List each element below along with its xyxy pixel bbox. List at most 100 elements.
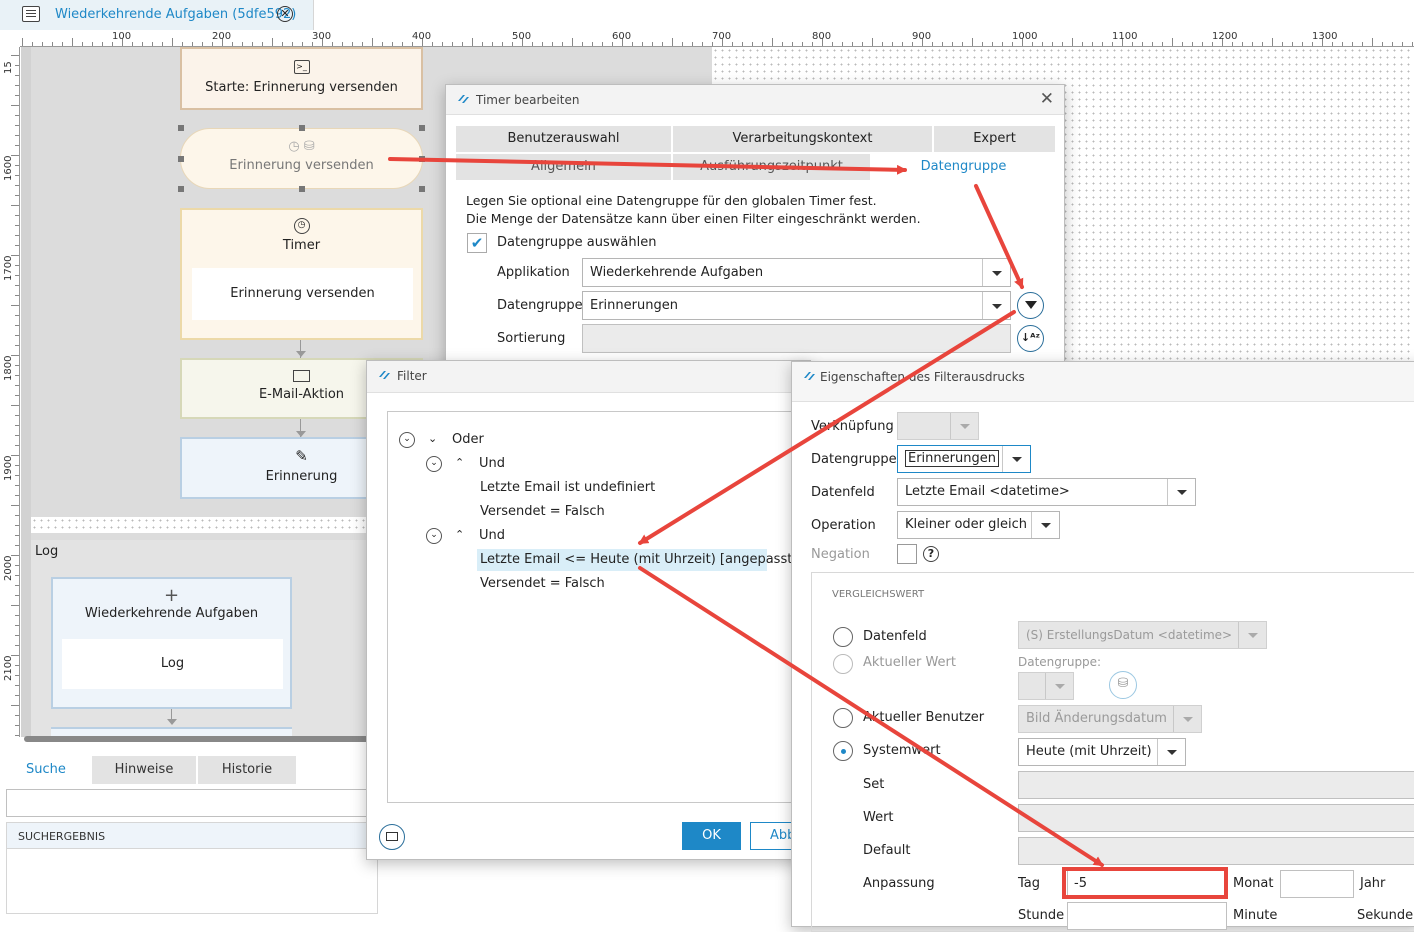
tab-verarbeitungskontext[interactable]: Verarbeitungskontext [673, 126, 932, 152]
ruler-tick [15, 515, 19, 516]
chevron-up-icon[interactable]: ⌃ [455, 528, 464, 541]
stunde-input[interactable] [1067, 902, 1227, 930]
datenfeld-select[interactable]: Letzte Email <datetime> [897, 478, 1196, 506]
horizontal-scrollbar[interactable] [24, 736, 374, 742]
ruler-tick [15, 195, 19, 196]
ruler-tick [542, 42, 543, 46]
document-tab[interactable]: Wiederkehrende Aufgaben (5dfe592) ✕ [0, 0, 314, 30]
ruler-tick [15, 535, 19, 536]
collapse-icon[interactable]: ⌄ [426, 456, 442, 472]
database-icon[interactable]: ⛁ [1109, 671, 1137, 699]
datengruppe-select[interactable]: Erinnerungen [897, 445, 1031, 473]
tree-group-und[interactable]: Und [479, 528, 505, 543]
datengruppe-sub-select[interactable] [1018, 672, 1074, 700]
negation-checkbox[interactable] [897, 544, 917, 564]
ruler-tick [312, 42, 313, 46]
tab-ausfuehrungszeitpunkt[interactable]: Ausführungszeitpunkt [673, 154, 870, 180]
ruler-tick [32, 42, 33, 46]
search-result-panel: SUCHERGEBNIS [6, 822, 379, 914]
ruler-label: 300 [312, 31, 332, 42]
collapse-icon[interactable]: ⌄ [426, 528, 442, 544]
tree-item[interactable]: Letzte Email ist undefiniert [480, 480, 655, 495]
view-toggle-icon[interactable] [379, 824, 405, 850]
chevron-up-icon[interactable]: ⌃ [455, 456, 464, 469]
wiederkehrende-node[interactable]: + Wiederkehrende Aufgaben Log [51, 577, 292, 709]
systemwert-select[interactable]: Heute (mit Uhrzeit) [1018, 738, 1186, 766]
ruler-tick [15, 175, 19, 176]
search-input[interactable] [6, 789, 378, 817]
tab-hinweise[interactable]: Hinweise [92, 756, 196, 784]
collapse-icon[interactable]: ⌄ [399, 432, 415, 448]
timer-node[interactable]: ◷ Timer Erinnerung versenden [180, 208, 423, 340]
datenfeld-compare-select[interactable]: (S) ErstellungsDatum <datetime> [1018, 621, 1267, 649]
ruler-tick [15, 435, 19, 436]
close-tab-icon[interactable]: ✕ [277, 6, 293, 22]
ruler-tick [142, 42, 143, 46]
filter-dialog-header: Filter [367, 361, 810, 393]
aktueller-benutzer-select[interactable]: Bild Änderungsdatum [1018, 705, 1202, 733]
ruler-tick [52, 42, 53, 46]
datengruppe-select[interactable]: Erinnerungen [582, 291, 1011, 320]
clock-icon: ◷ [293, 218, 310, 234]
description-line1: Legen Sie optional eine Datengruppe für … [466, 193, 877, 208]
wert-field[interactable] [1018, 804, 1414, 832]
set-field[interactable] [1018, 771, 1414, 799]
ruler-label: 800 [812, 31, 832, 42]
radio-datenfeld[interactable] [833, 627, 853, 647]
anpassung-label: Anpassung [863, 876, 935, 891]
tree-item[interactable]: Versendet = Falsch [480, 504, 605, 519]
tree-group-und[interactable]: Und [479, 456, 505, 471]
radio-aktueller-benutzer[interactable] [833, 708, 853, 728]
ruler-tick [932, 42, 933, 46]
ruler-tick [11, 655, 19, 656]
applikation-select[interactable]: Wiederkehrende Aufgaben [582, 258, 1011, 287]
filter-tree[interactable]: ⌄ ⌄ Oder ⌄ ⌃ Und Letzte Email ist undefi… [387, 411, 807, 803]
ruler-tick [892, 42, 893, 46]
ruler-tick [1102, 42, 1103, 46]
sort-icon[interactable]: ↓ᴬᶻ [1017, 325, 1044, 352]
verknuepfung-select[interactable] [897, 412, 979, 440]
ruler-tick [15, 225, 19, 226]
minute-label: Minute [1233, 908, 1278, 923]
datengruppe-checkbox[interactable]: ✔ [467, 233, 487, 253]
chevron-down-icon[interactable]: ⌄ [428, 432, 437, 445]
default-field[interactable] [1018, 837, 1414, 865]
ruler-tick [242, 42, 243, 46]
close-icon[interactable]: ✕ [1040, 89, 1054, 109]
ruler-label: 400 [412, 31, 432, 42]
tab-suche[interactable]: Suche [2, 756, 90, 784]
tree-item-selected[interactable]: Letzte Email <= Heute (mit Uhrzeit) [ang… [480, 552, 797, 567]
ruler-tick [15, 525, 19, 526]
ruler-tick [15, 375, 19, 376]
operation-select[interactable]: Kleiner oder gleich [897, 511, 1060, 539]
filter-icon[interactable] [1017, 292, 1044, 319]
ok-button[interactable]: OK [682, 822, 741, 850]
tab-expert[interactable]: Expert [934, 126, 1055, 152]
tab-benutzerauswahl[interactable]: Benutzerauswahl [456, 126, 671, 152]
tab-historie[interactable]: Historie [198, 756, 296, 784]
radio-aktueller-wert[interactable] [833, 654, 853, 674]
ruler-tick [412, 42, 413, 46]
ruler-tick [15, 285, 19, 286]
ghost-timer-node[interactable]: ◷ ⛁ Erinnerung versenden [180, 128, 423, 189]
document-tab-title[interactable]: Wiederkehrende Aufgaben (5dfe592) [55, 7, 296, 22]
tab-datengruppe[interactable]: Datengruppe [872, 154, 1055, 180]
checkbox-label: Datengruppe auswählen [497, 235, 657, 250]
ruler-label: 1000 [1012, 31, 1038, 42]
ruler-tick [392, 42, 393, 46]
ruler-tick [15, 335, 19, 336]
ruler-tick [552, 42, 553, 46]
tab-allgemein[interactable]: Allgemein [456, 154, 671, 180]
tree-root-oder[interactable]: Oder [452, 432, 484, 447]
start-node[interactable]: >_ Starte: Erinnerung versenden [180, 47, 423, 110]
tree-item[interactable]: Versendet = Falsch [480, 576, 605, 591]
help-icon[interactable]: ? [923, 546, 939, 562]
ruler-tick [1242, 42, 1243, 46]
filter-dialog-title: Filter [397, 369, 427, 383]
ruler-tick [15, 685, 19, 686]
ruler-tick [15, 725, 19, 726]
monat-input[interactable] [1280, 870, 1354, 898]
ruler-tick [15, 125, 19, 126]
radio-systemwert[interactable] [833, 741, 853, 761]
sortierung-field[interactable] [582, 324, 1011, 353]
